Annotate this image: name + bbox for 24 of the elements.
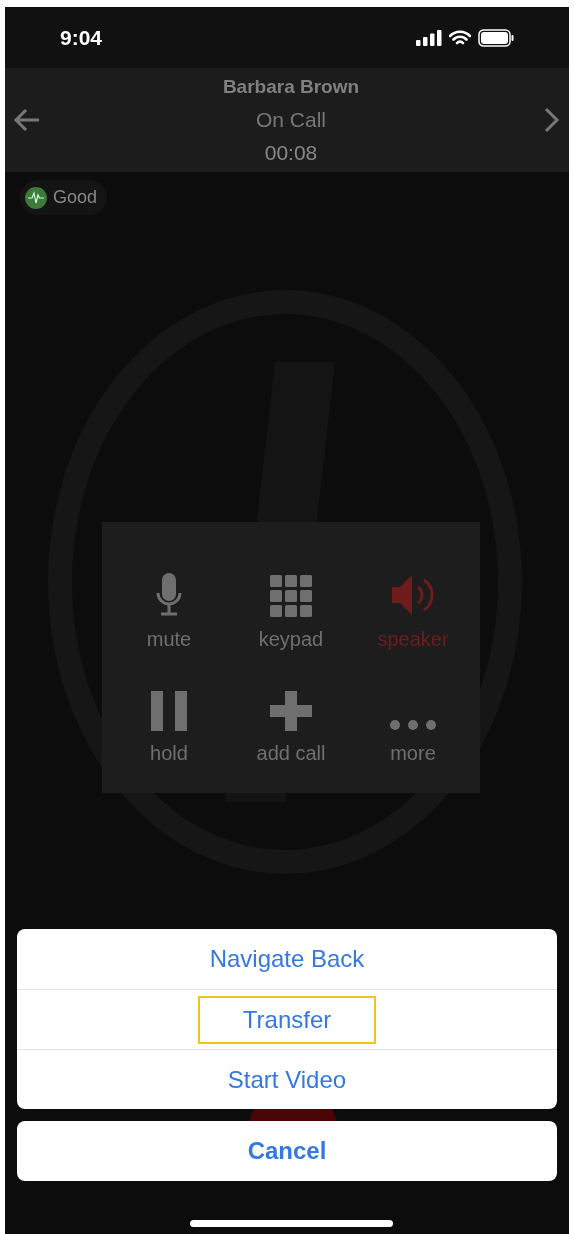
- action-sheet-option[interactable]: Navigate Back: [203, 935, 371, 983]
- more-icon: [389, 718, 437, 731]
- status-time: 9:04: [60, 24, 103, 51]
- call-duration: 00:08: [264, 140, 318, 166]
- keypad-icon: [270, 575, 312, 617]
- call-control-button[interactable]: add call: [230, 657, 352, 771]
- action-sheet-option[interactable]: Start Video: [221, 1055, 353, 1104]
- wifi-icon: [449, 29, 471, 46]
- quality-label: Good: [53, 186, 98, 209]
- call-control-button[interactable]: keypad: [230, 543, 352, 657]
- signal-icon: [416, 29, 442, 46]
- call-control-button[interactable]: mute: [108, 543, 230, 657]
- cancel-button[interactable]: Cancel: [17, 1121, 557, 1181]
- back-arrow-icon[interactable]: [13, 108, 41, 132]
- battery-icon: [478, 28, 514, 47]
- call-status: On Call: [255, 107, 326, 133]
- action-sheet-option[interactable]: Transfer: [198, 995, 376, 1044]
- pause-icon: [151, 690, 187, 731]
- microphone-icon: [155, 573, 183, 617]
- speaker-icon: [390, 573, 436, 617]
- plus-icon: [270, 690, 312, 731]
- call-control-button[interactable]: hold: [108, 657, 230, 771]
- caller-name: Barbara Brown: [222, 75, 360, 99]
- call-control-button[interactable]: more: [352, 657, 474, 771]
